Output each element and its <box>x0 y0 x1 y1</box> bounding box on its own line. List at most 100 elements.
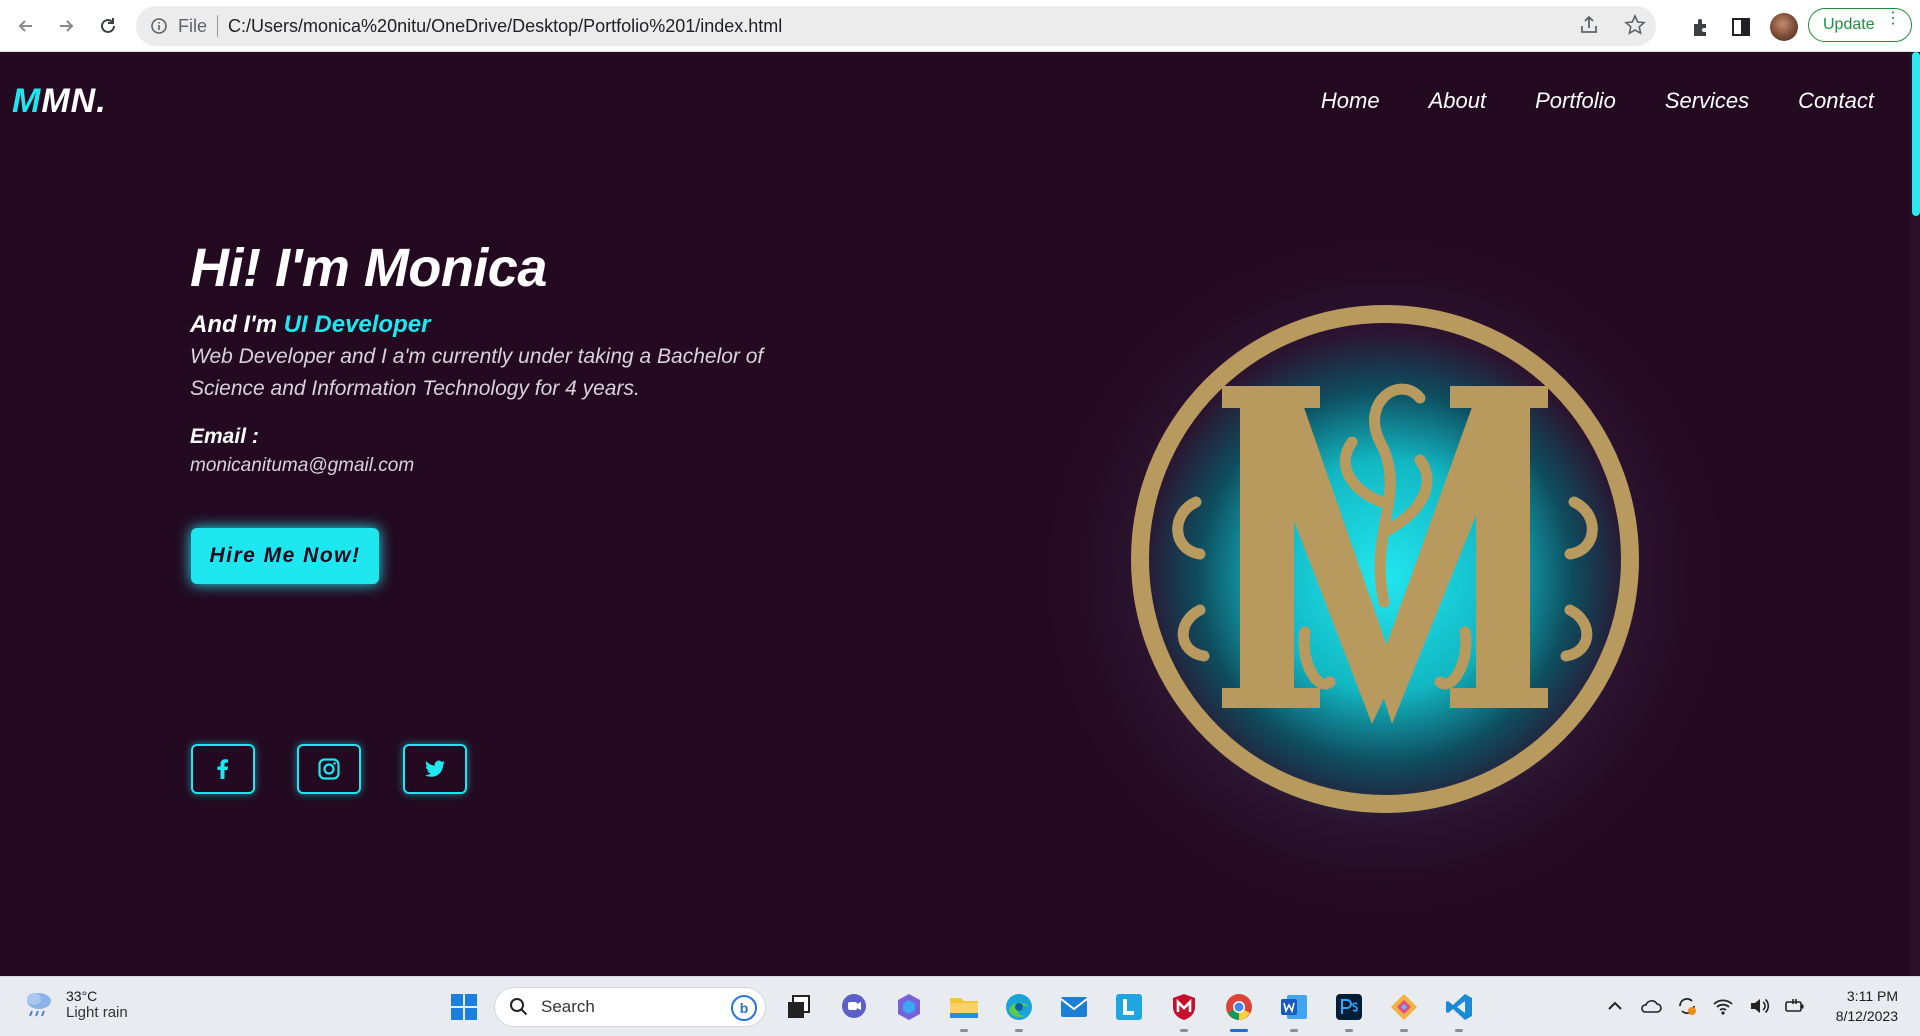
file-explorer-app[interactable] <box>945 988 983 1032</box>
instagram-icon <box>318 758 340 780</box>
chat-bubble-icon <box>842 994 866 1018</box>
weather-condition: Light rain <box>66 1003 128 1021</box>
bookmark-star-icon[interactable] <box>1624 14 1646 36</box>
shield-m-icon <box>1173 994 1195 1020</box>
onedrive-cloud-icon[interactable] <box>1640 995 1662 1017</box>
forward-button[interactable] <box>52 12 80 40</box>
weather-widget[interactable]: 33°C Light rain <box>22 987 128 1021</box>
windows-logo-icon <box>451 994 477 1020</box>
system-tray <box>1604 995 1806 1017</box>
logo-accent: M <box>12 82 42 120</box>
battery-plug-icon[interactable] <box>1784 995 1806 1017</box>
wifi-icon[interactable] <box>1712 995 1734 1017</box>
reload-icon <box>101 18 115 33</box>
address-bar[interactable]: File C:/Users/monica%20nitu/OneDrive/Des… <box>136 6 1656 46</box>
system-clock[interactable]: 3:11 PM 8/12/2023 <box>1836 986 1898 1026</box>
profile-avatar[interactable] <box>1770 13 1798 41</box>
photoshop-icon <box>1336 994 1362 1020</box>
diamond-app-icon <box>1391 994 1417 1020</box>
task-view-icon <box>788 995 810 1018</box>
hire-me-button[interactable]: Hire Me Now! <box>191 528 379 584</box>
more-menu-icon[interactable]: ⋮ <box>1885 11 1901 27</box>
email-label: Email : <box>190 425 259 448</box>
chrome-app[interactable] <box>1220 988 1258 1032</box>
sync-icon[interactable] <box>1676 995 1698 1017</box>
toolbar-actions <box>1690 13 1798 41</box>
browser-toolbar: File C:/Users/monica%20nitu/OneDrive/Des… <box>0 0 1920 52</box>
snip-tool-app[interactable] <box>1385 988 1423 1032</box>
teams-chat-app[interactable] <box>835 988 873 1026</box>
running-indicator <box>1455 1029 1463 1032</box>
running-indicator <box>960 1029 968 1032</box>
photoshop-app[interactable] <box>1330 988 1368 1032</box>
mcafee-app[interactable] <box>1165 988 1203 1032</box>
main-nav: Home About Portfolio Services Contact <box>1321 88 1874 114</box>
portfolio-page: MMN. Home About Portfolio Services Conta… <box>0 52 1920 976</box>
role-text: UI Developer <box>283 311 431 338</box>
search-icon <box>510 998 528 1016</box>
instagram-link[interactable] <box>297 744 361 794</box>
vscode-icon <box>1446 994 1472 1020</box>
nav-home[interactable]: Home <box>1321 88 1380 114</box>
facebook-link[interactable] <box>191 744 255 794</box>
bing-icon[interactable]: b <box>731 995 757 1021</box>
chrome-icon <box>1226 994 1252 1020</box>
copilot-icon <box>898 994 920 1020</box>
site-logo[interactable]: MMN. <box>12 82 107 121</box>
clock-time: 3:11 PM <box>1846 988 1898 1004</box>
word-app[interactable] <box>1275 988 1313 1032</box>
folder-icon <box>950 998 978 1018</box>
running-indicator <box>1290 1029 1298 1032</box>
clock-date: 8/12/2023 <box>1835 1008 1898 1024</box>
email-value: monicanituma@gmail.com <box>190 455 415 476</box>
l-app-icon <box>1116 994 1142 1020</box>
running-indicator <box>1180 1029 1188 1032</box>
extensions-puzzle-icon[interactable] <box>1690 16 1712 38</box>
share-icon[interactable] <box>1578 14 1600 36</box>
task-view-app[interactable] <box>780 988 818 1026</box>
running-indicator <box>1015 1029 1023 1032</box>
mail-app[interactable] <box>1055 988 1093 1026</box>
omnibox-actions <box>1578 14 1646 36</box>
running-indicator <box>1400 1029 1408 1032</box>
nav-contact[interactable]: Contact <box>1798 88 1874 114</box>
windows-taskbar: 33°C Light rain Search b 3:11 PM 8/12/20… <box>0 976 1920 1036</box>
social-links <box>191 744 467 794</box>
arrow-left-icon <box>18 20 32 32</box>
page-scrollbar[interactable] <box>1910 52 1920 976</box>
lightshot-app[interactable] <box>1110 988 1148 1026</box>
scrollbar-thumb[interactable] <box>1912 52 1920 216</box>
hero-section: Hi! I'm Monica And I'm UI Developer Web … <box>190 237 890 477</box>
speaker-volume-icon[interactable] <box>1748 995 1770 1017</box>
hero-subheading: And I'm UI Developer <box>190 311 890 339</box>
taskbar-search[interactable]: Search b <box>494 987 766 1027</box>
side-panel-icon[interactable] <box>1730 16 1752 38</box>
copilot-app[interactable] <box>890 988 928 1026</box>
nav-services[interactable]: Services <box>1665 88 1749 114</box>
scheme-label: File <box>178 15 208 36</box>
sub-prefix: And I'm <box>190 311 278 338</box>
vscode-app[interactable] <box>1440 988 1478 1032</box>
reload-button[interactable] <box>94 12 122 40</box>
twitter-icon <box>425 760 445 777</box>
info-icon[interactable] <box>150 17 168 35</box>
active-indicator <box>1230 1029 1248 1032</box>
update-button[interactable]: Update ⋮ <box>1808 8 1912 42</box>
back-button[interactable] <box>12 12 40 40</box>
update-label: Update <box>1823 16 1875 33</box>
logo-rest: MN. <box>41 82 107 120</box>
nav-portfolio[interactable]: Portfolio <box>1535 88 1616 114</box>
search-label: Search <box>541 997 595 1016</box>
monogram-m-emblem <box>1025 202 1745 922</box>
url-text[interactable]: C:/Users/monica%20nitu/OneDrive/Desktop/… <box>228 16 782 37</box>
chevron-up-icon[interactable] <box>1604 995 1626 1017</box>
edge-app[interactable] <box>1000 988 1038 1032</box>
start-button[interactable] <box>445 988 483 1026</box>
facebook-icon <box>217 759 228 779</box>
nav-about[interactable]: About <box>1429 88 1487 114</box>
twitter-link[interactable] <box>403 744 467 794</box>
hero-heading: Hi! I'm Monica <box>190 238 547 298</box>
running-indicator <box>1345 1029 1353 1032</box>
mail-icon <box>1060 997 1088 1017</box>
word-icon <box>1281 995 1307 1019</box>
